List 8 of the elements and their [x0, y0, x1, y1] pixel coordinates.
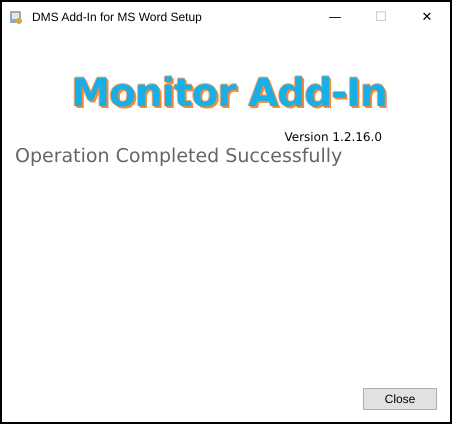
close-button[interactable]: ✕	[404, 2, 450, 32]
window-title: DMS Add-In for MS Word Setup	[32, 10, 202, 24]
installer-icon	[8, 9, 24, 25]
product-logo-text: Monitor Add-In	[70, 70, 388, 118]
version-label: Version 1.2.16.0	[284, 130, 382, 144]
minimize-button[interactable]: —	[312, 2, 358, 32]
close-dialog-button[interactable]: Close	[363, 388, 437, 410]
status-message: Operation Completed Successfully	[15, 145, 344, 167]
